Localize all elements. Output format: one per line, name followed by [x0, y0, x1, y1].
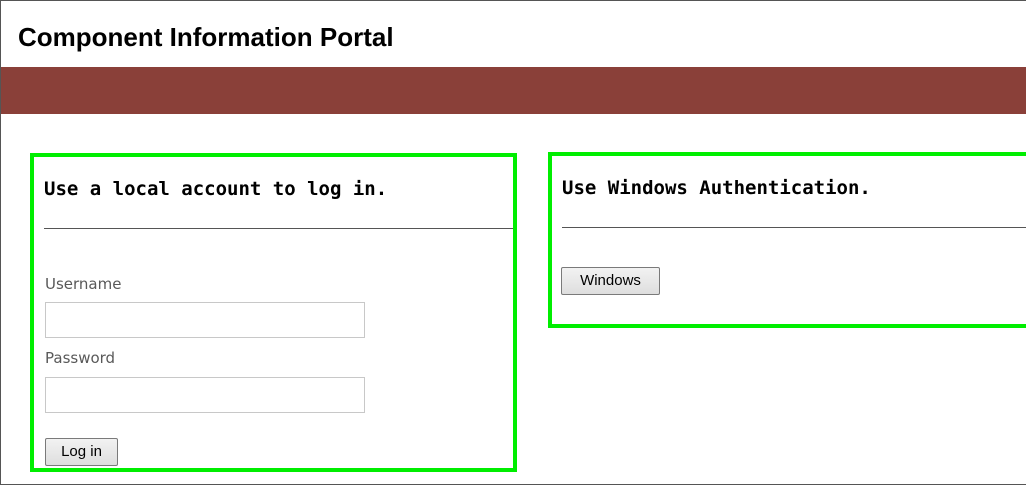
username-input[interactable] [45, 302, 365, 338]
local-login-panel: Use a local account to log in. Username … [30, 153, 517, 472]
password-input[interactable] [45, 377, 365, 413]
windows-auth-button[interactable]: Windows [561, 267, 660, 295]
brand-bar [1, 67, 1026, 114]
password-label: Password [45, 349, 116, 367]
windows-login-heading: Use Windows Authentication. [562, 177, 871, 199]
local-login-heading: Use a local account to log in. [44, 178, 388, 200]
windows-login-divider [562, 227, 1026, 228]
username-label: Username [45, 275, 122, 293]
login-button[interactable]: Log in [45, 438, 118, 466]
page-frame: Component Information Portal Use a local… [0, 0, 1026, 485]
windows-login-panel: Use Windows Authentication. Windows [548, 152, 1026, 328]
page-title: Component Information Portal [18, 22, 394, 52]
local-login-divider [44, 228, 513, 229]
